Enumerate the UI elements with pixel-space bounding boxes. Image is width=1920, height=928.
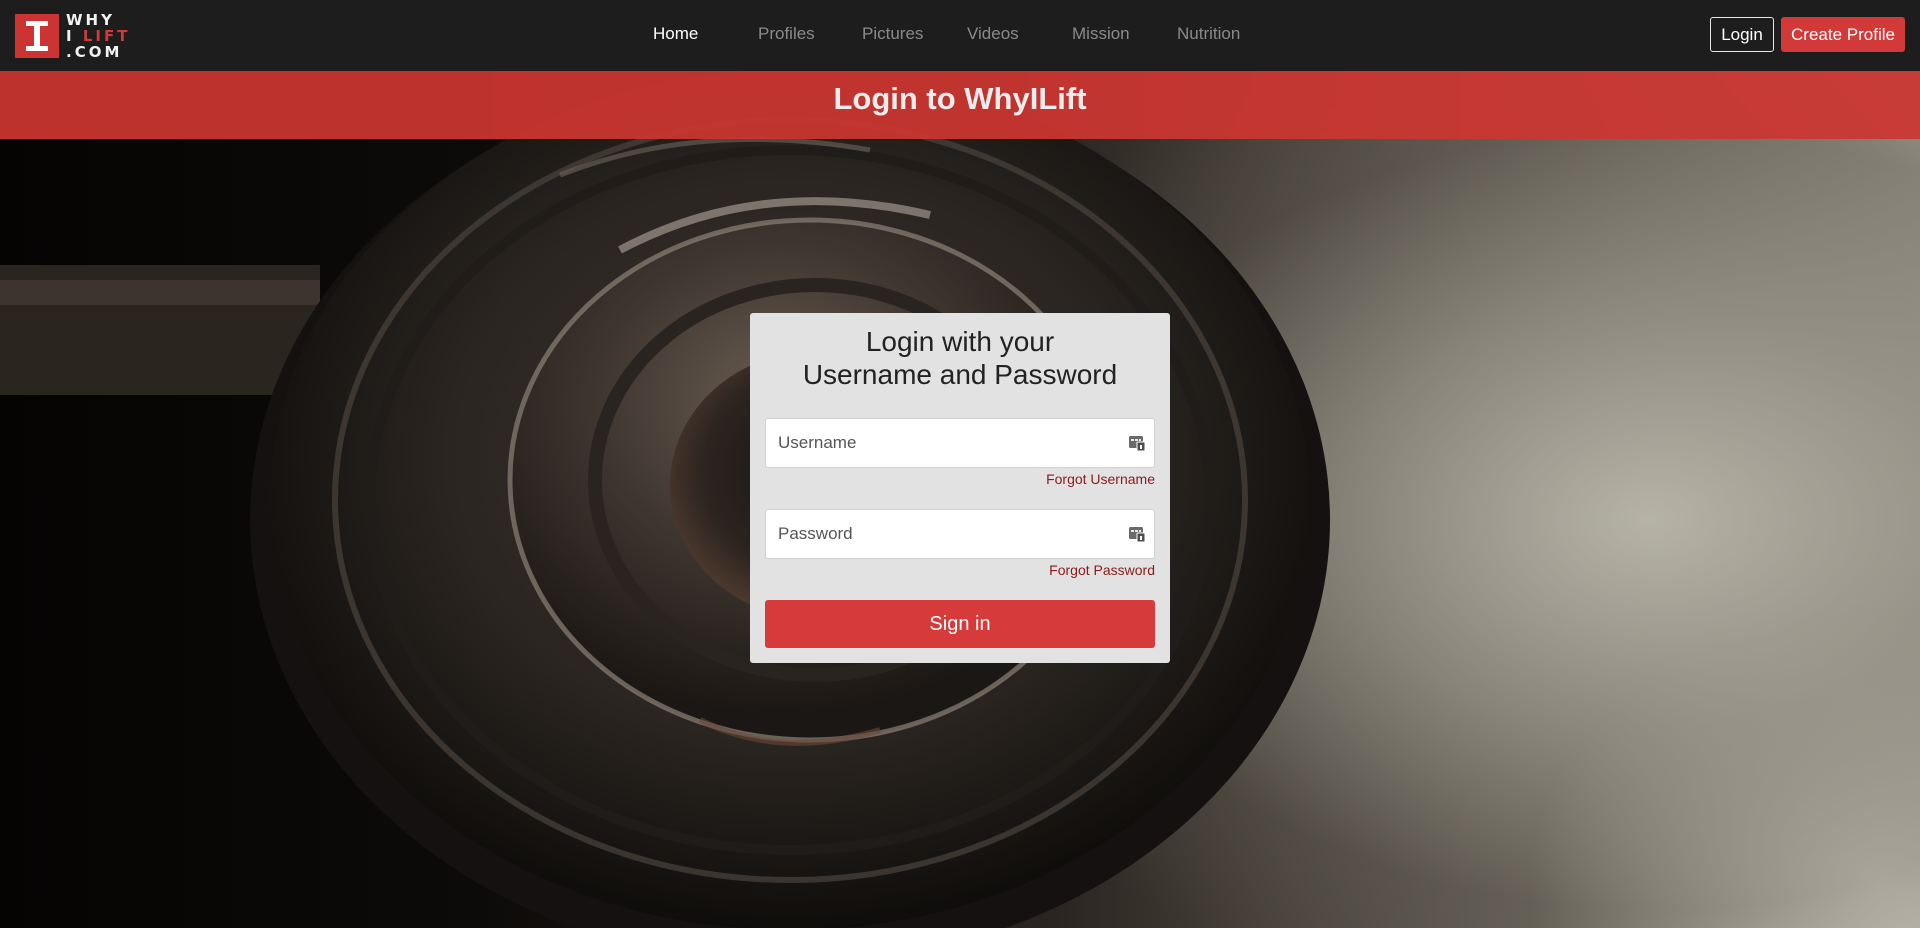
sign-in-button[interactable]: Sign in	[765, 600, 1155, 648]
nav-nutrition[interactable]: Nutrition	[1177, 24, 1240, 44]
id-card-icon	[1128, 525, 1146, 543]
login-card-title-line2: Username and Password	[802, 359, 1118, 390]
nav-videos[interactable]: Videos	[967, 24, 1019, 44]
nav-profiles[interactable]: Profiles	[758, 24, 815, 44]
page-header-band: Login to WhyILift	[0, 71, 1920, 139]
page-title: Login to WhyILift	[833, 81, 1087, 116]
password-field[interactable]	[765, 509, 1155, 559]
nav-mission[interactable]: Mission	[1072, 24, 1130, 44]
password-input[interactable]	[766, 510, 1106, 558]
id-card-icon	[1128, 434, 1146, 452]
username-input[interactable]	[766, 419, 1106, 467]
login-button[interactable]: Login	[1710, 17, 1774, 52]
forgot-password-link[interactable]: Forgot Password	[1049, 562, 1155, 578]
nav-home[interactable]: Home	[653, 24, 698, 44]
create-profile-button[interactable]: Create Profile	[1781, 17, 1905, 52]
top-navbar: WHY I LIFT .COM Home Profiles Pictures V…	[0, 0, 1920, 71]
login-card: Login with your Username and Password Fo…	[750, 313, 1170, 663]
login-card-title: Login with your Username and Password	[750, 325, 1170, 391]
login-card-title-line1: Login with your	[865, 326, 1055, 357]
main-nav: Home Profiles Pictures Videos Mission Nu…	[0, 0, 1920, 71]
forgot-username-link[interactable]: Forgot Username	[1046, 471, 1155, 487]
username-field[interactable]	[765, 418, 1155, 468]
nav-pictures[interactable]: Pictures	[862, 24, 923, 44]
